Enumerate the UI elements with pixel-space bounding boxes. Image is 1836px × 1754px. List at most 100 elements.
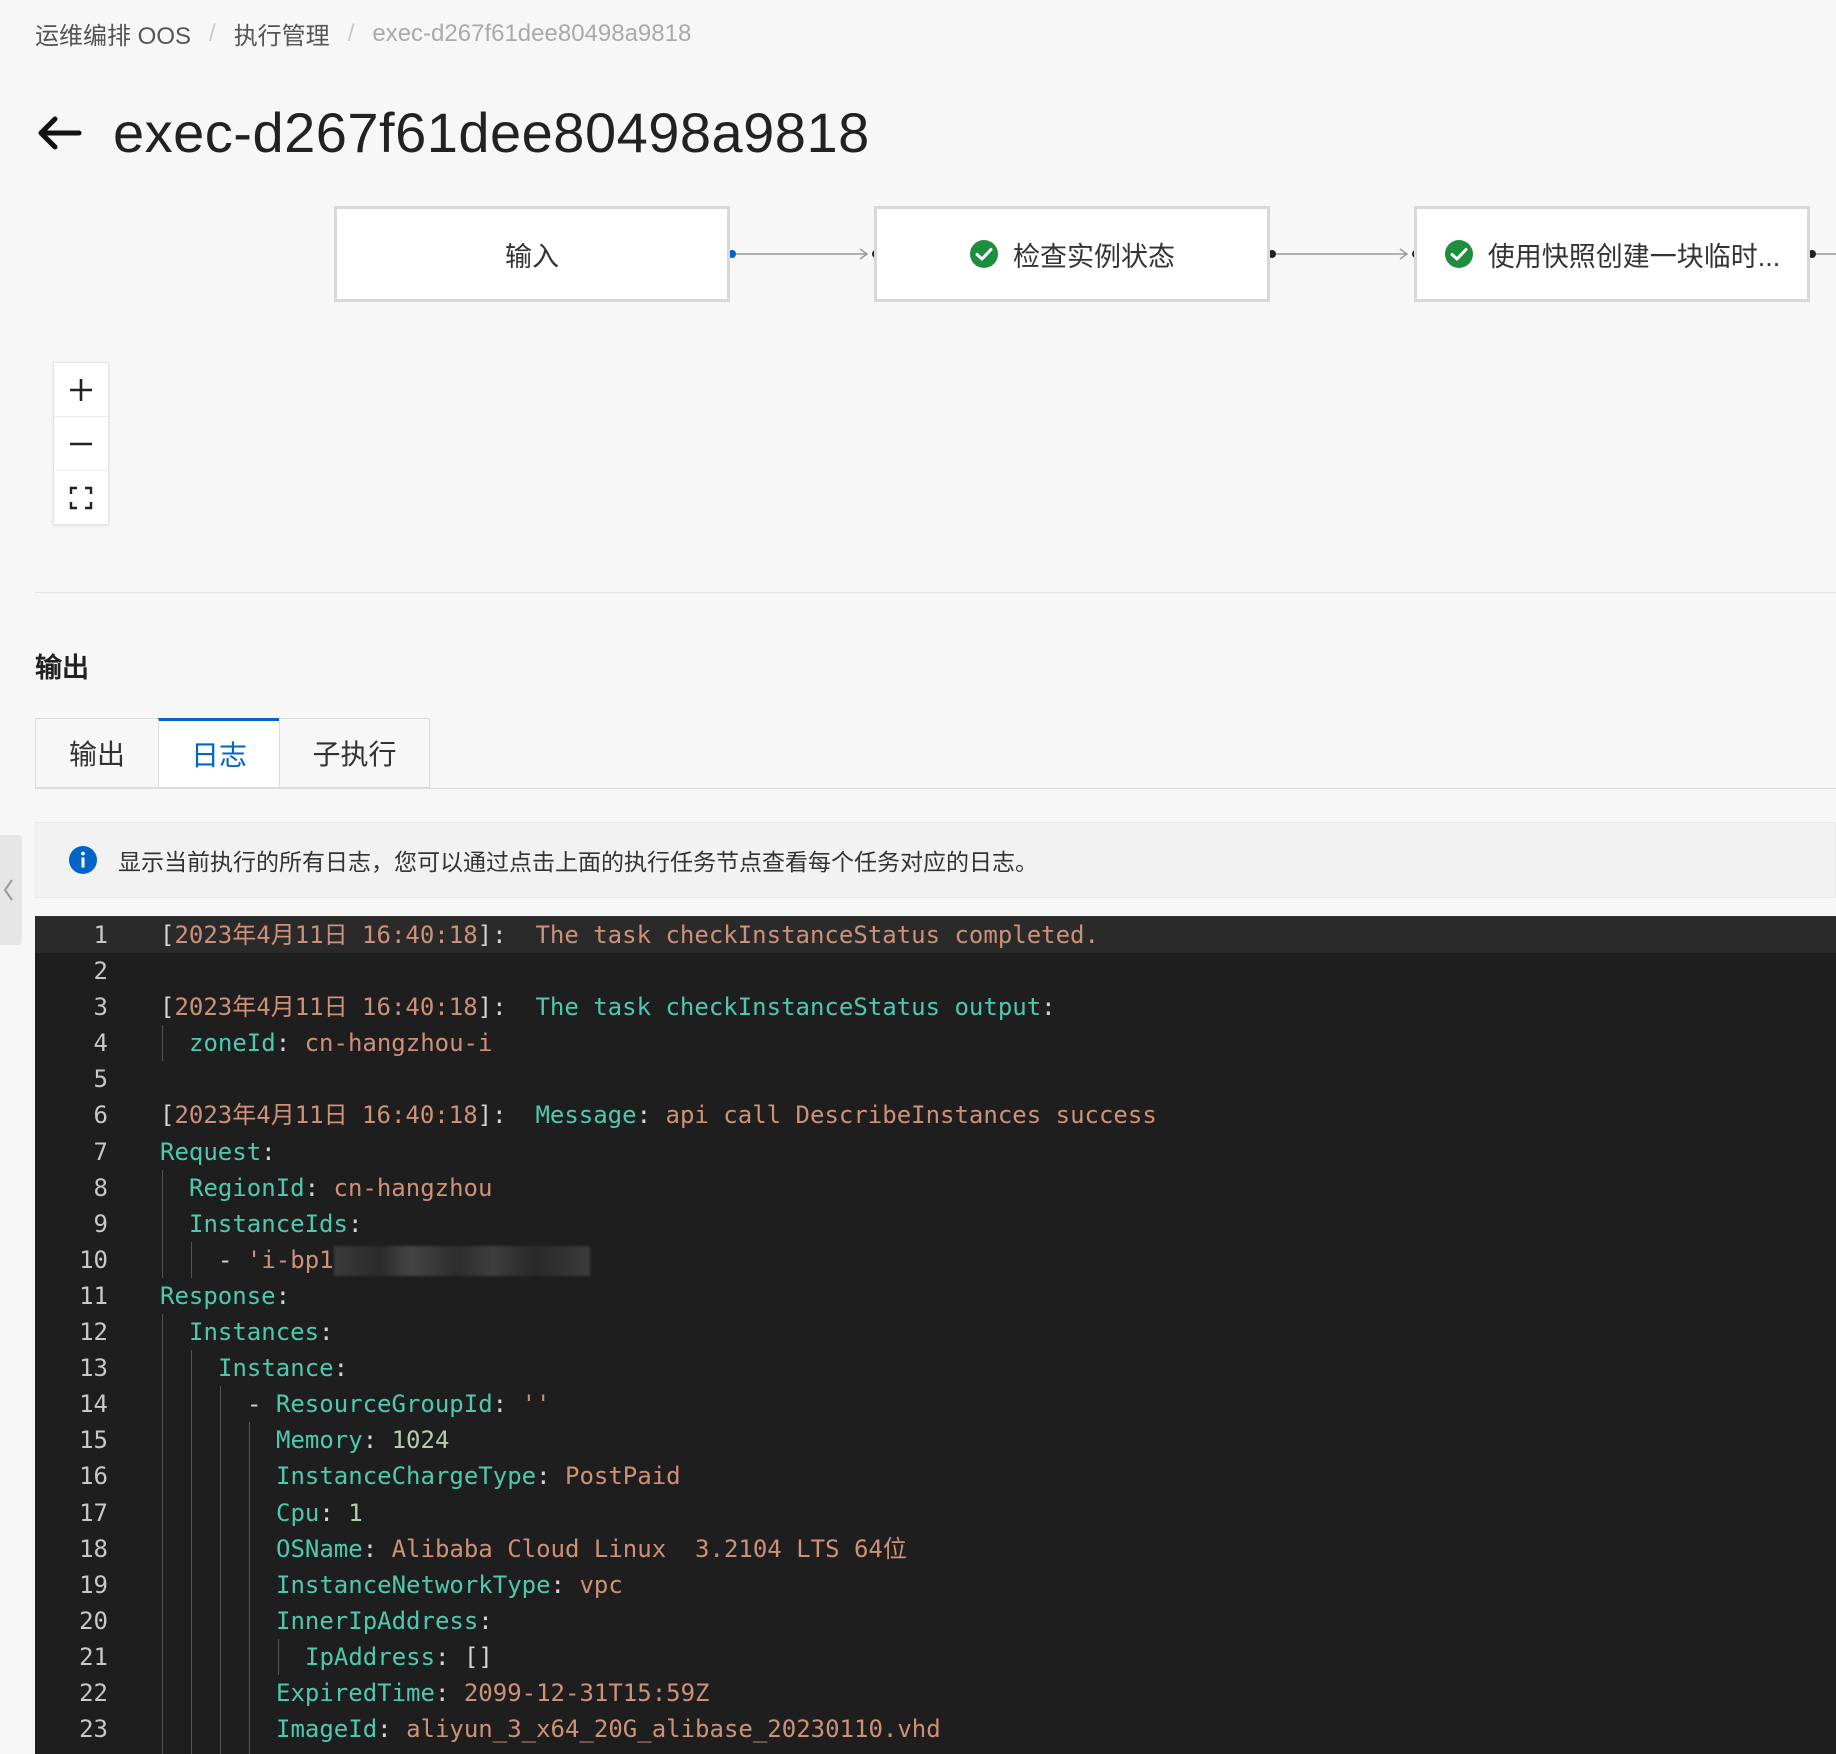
redacted-value (333, 1245, 590, 1276)
line-number: 6 (93, 1101, 108, 1130)
info-icon (69, 846, 97, 874)
log-line-text: RegionId: cn-hangzhou (189, 1170, 492, 1206)
log-token: 2099-12-31T15:59Z (463, 1678, 710, 1707)
tab-output[interactable]: 输出 (35, 718, 158, 788)
log-token: [] (463, 1642, 493, 1671)
log-token: 2023年4月11日 16:40:18 (174, 921, 478, 949)
log-token: InstanceIds (189, 1209, 348, 1238)
line-number: 12 (79, 1318, 108, 1347)
indent-guide (191, 1602, 192, 1639)
info-alert: 显示当前执行的所有日志，您可以通过点击上面的执行任务节点查看每个任务对应的日志。 (35, 822, 1836, 898)
log-line-text: - 'i-bp1 (218, 1242, 590, 1278)
indent-guide (162, 1530, 163, 1567)
indent-guide (191, 1422, 192, 1459)
log-line: 10 - 'i-bp1 (35, 1241, 1836, 1278)
log-line: 19 InstanceNetworkType: vpc (35, 1566, 1836, 1603)
indent-guide (220, 1674, 221, 1712)
indent-guide (191, 1674, 192, 1712)
tab-sub-execution[interactable]: 子执行 (279, 718, 430, 788)
indent-guide (162, 1241, 163, 1278)
log-token: api call DescribeInstances success (665, 1101, 1157, 1130)
indent-guide (249, 1494, 250, 1531)
log-line: 24 (35, 1747, 1836, 1754)
indent-guide (191, 1530, 192, 1567)
indent-guide (162, 1422, 163, 1459)
indent-guide (162, 1458, 163, 1495)
log-token: cn-hangzhou (333, 1173, 493, 1202)
log-line-text: Request: (160, 1134, 276, 1170)
log-line: 2 (35, 953, 1836, 989)
fit-screen-button[interactable] (54, 471, 108, 524)
flow-node-check-instance-status[interactable]: 检查实例状态 (874, 206, 1270, 302)
flow-node-create-temp-disk[interactable]: 使用快照创建一块临时... (1414, 206, 1810, 302)
indent-guide (249, 1602, 250, 1639)
log-token: Memory (276, 1426, 363, 1455)
log-token: : (1041, 993, 1056, 1022)
log-token: : (275, 1281, 291, 1310)
indent-guide (162, 1350, 163, 1387)
log-token: ImageId (276, 1715, 378, 1744)
log-token: IpAddress (305, 1642, 436, 1671)
log-token: : (434, 1678, 464, 1707)
log-token: Cpu (276, 1498, 320, 1527)
log-token: : (550, 1570, 580, 1599)
log-token: : (347, 1209, 363, 1238)
sidebar-collapse-handle[interactable] (0, 835, 22, 945)
log-token: : (636, 1101, 666, 1130)
indent-guide (220, 1494, 221, 1531)
flow-node-label: 检查实例状态 (1013, 241, 1175, 272)
log-line: 5 (35, 1061, 1836, 1097)
line-number: 14 (79, 1390, 108, 1419)
log-token: aliyun_3_x64_20G_alibase_20230110.vhd (406, 1715, 941, 1744)
indent-guide (249, 1422, 250, 1459)
indent-guide (191, 1386, 192, 1423)
log-token: 1024 (391, 1426, 450, 1455)
log-code-viewer[interactable]: 1 [2023年4月11日 16:40:18]: The task checkIn… (35, 916, 1836, 1754)
indent-guide (220, 1386, 221, 1423)
log-token: : (319, 1498, 349, 1527)
log-line: 3 [2023年4月11日 16:40:18]: The task checkIn… (35, 989, 1836, 1025)
indent-guide (162, 1638, 163, 1675)
log-token: [ (160, 921, 175, 949)
indent-guide (249, 1711, 250, 1748)
log-line: 17 Cpu: 1 (35, 1494, 1836, 1531)
log-token: : (478, 1606, 493, 1635)
indent-guide (191, 1711, 192, 1748)
indent-guide (162, 1314, 163, 1351)
log-token: Instances (189, 1318, 320, 1347)
tab-log[interactable]: 日志 (158, 718, 279, 788)
log-token: 1 (348, 1498, 363, 1527)
log-token: vpc (579, 1570, 623, 1599)
log-line: 4 zoneId: cn-hangzhou-i (35, 1025, 1836, 1062)
info-alert-text: 显示当前执行的所有日志，您可以通过点击上面的执行任务节点查看每个任务对应的日志。 (118, 849, 1038, 875)
log-line: 7 Request: (35, 1134, 1836, 1170)
chevron-left-icon (3, 879, 13, 901)
indent-guide (220, 1638, 221, 1675)
flow-edge-input-to-check (728, 248, 880, 260)
zoom-in-button[interactable] (54, 363, 108, 417)
fit-screen-icon (69, 486, 93, 509)
log-token: InnerIpAddress (276, 1606, 479, 1635)
log-token: : (492, 1390, 522, 1419)
line-number: 3 (93, 993, 108, 1022)
indent-guide (220, 1530, 221, 1567)
log-line: 18 OSName: Alibaba Cloud Linux 3.2104 LTS… (35, 1530, 1836, 1567)
indent-guide (249, 1530, 250, 1567)
log-line-text: InstanceChargeType: PostPaid (276, 1458, 681, 1494)
log-token: zoneId (189, 1029, 276, 1058)
indent-guide (220, 1747, 221, 1754)
log-line: 15 Memory: 1024 (35, 1422, 1836, 1459)
log-token: 2023年4月11日 16:40:18 (174, 993, 478, 1022)
log-token: The task checkInstanceStatus output (535, 993, 1042, 1022)
log-line-text: InstanceIds: (189, 1206, 362, 1242)
line-number: 15 (79, 1426, 108, 1455)
log-token: - (247, 1390, 276, 1419)
log-line: 9 InstanceIds: (35, 1205, 1836, 1242)
zoom-out-button[interactable] (54, 417, 108, 471)
flow-node-input[interactable]: 输入 (334, 206, 730, 302)
log-token: InstanceChargeType (276, 1462, 537, 1491)
log-token: PostPaid (565, 1462, 681, 1491)
log-line-text: Instances: (189, 1314, 334, 1350)
log-token: : (362, 1426, 392, 1455)
log-token: ]: (477, 993, 536, 1022)
